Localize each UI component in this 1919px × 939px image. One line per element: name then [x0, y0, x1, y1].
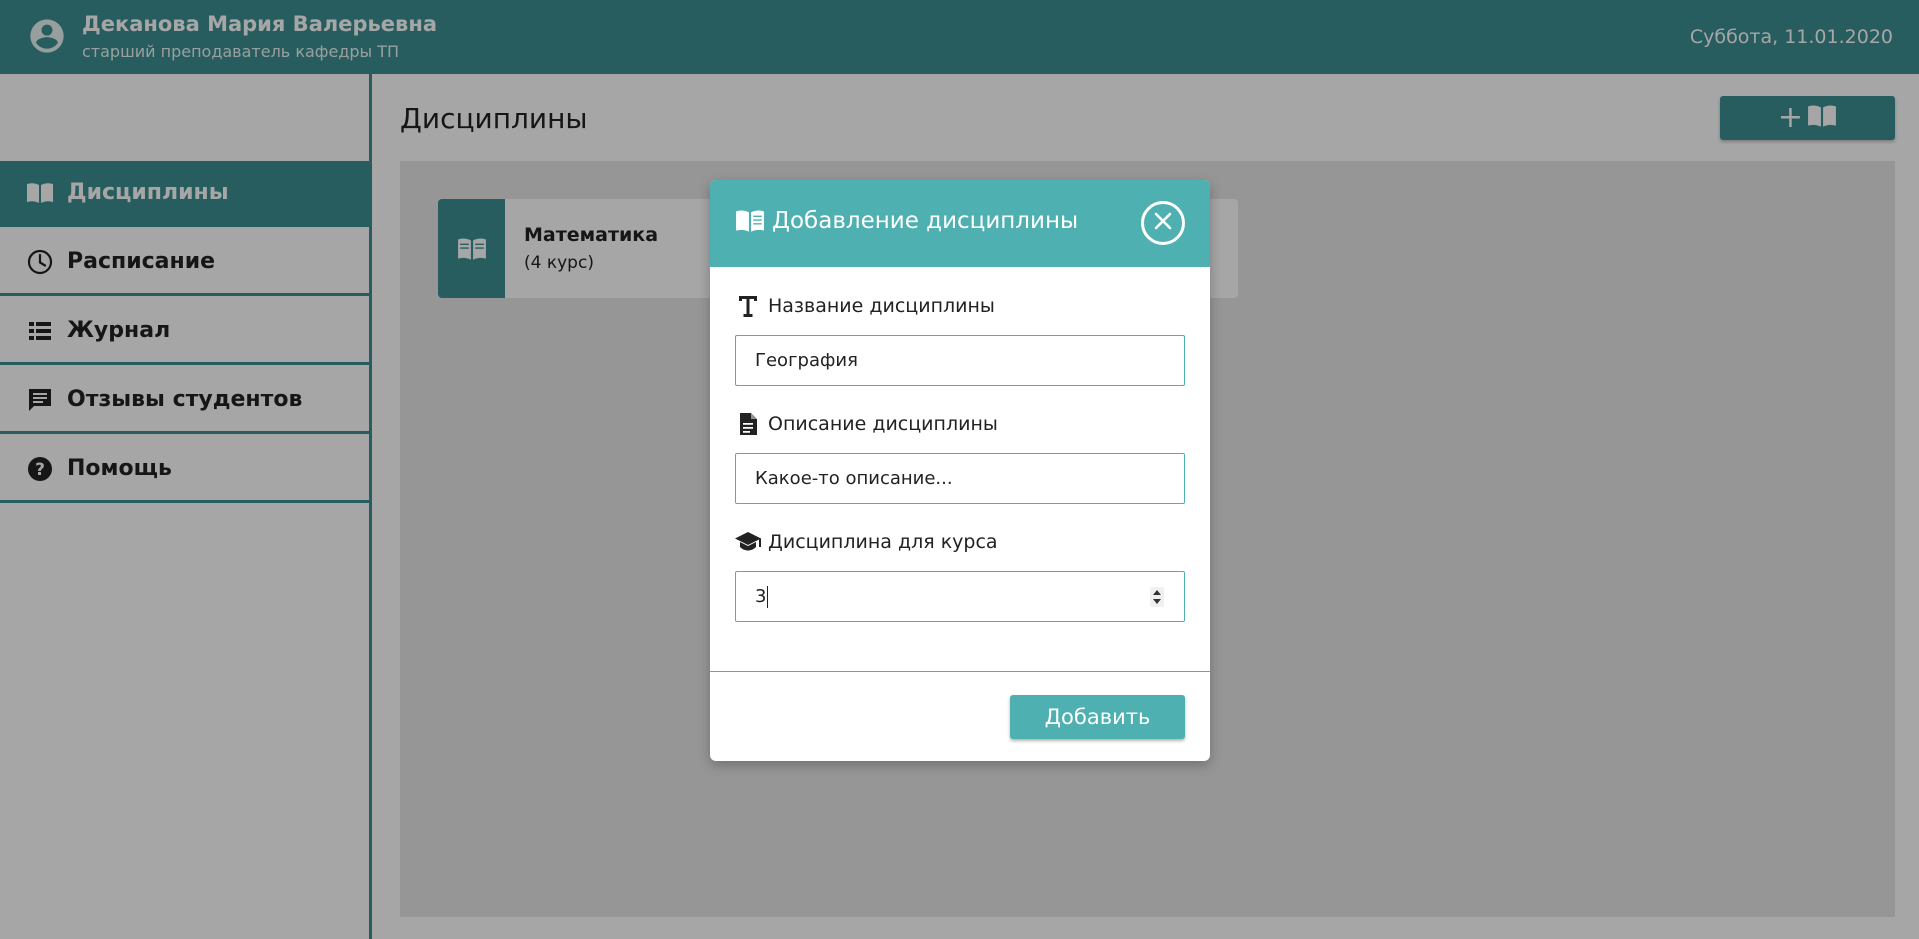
modal-footer-divider — [710, 671, 1210, 672]
discipline-description-input[interactable]: Какое-то описание... — [735, 453, 1185, 504]
document-icon — [735, 411, 761, 437]
book-open-icon — [735, 208, 765, 234]
modal-header: Добавление дисциплины — [710, 180, 1210, 267]
text-cursor — [767, 585, 769, 608]
discipline-description-label: Описание дисциплины — [735, 411, 998, 437]
spinner-arrows-icon[interactable] — [1150, 587, 1164, 607]
modal-title: Добавление дисциплины — [735, 208, 1078, 234]
text-icon — [735, 293, 761, 319]
close-icon — [1153, 211, 1173, 235]
discipline-name-label: Название дисциплины — [735, 293, 995, 319]
graduation-cap-icon — [735, 529, 761, 555]
add-discipline-modal: Добавление дисциплины Название дисциплин… — [710, 180, 1210, 761]
add-button[interactable]: Добавить — [1010, 695, 1185, 739]
discipline-name-input[interactable]: География — [735, 335, 1185, 386]
course-number-stepper[interactable]: 3 — [735, 571, 1185, 622]
close-button[interactable] — [1141, 201, 1185, 245]
discipline-course-label: Дисциплина для курса — [735, 529, 998, 555]
modal-title-text: Добавление дисциплины — [772, 208, 1079, 234]
